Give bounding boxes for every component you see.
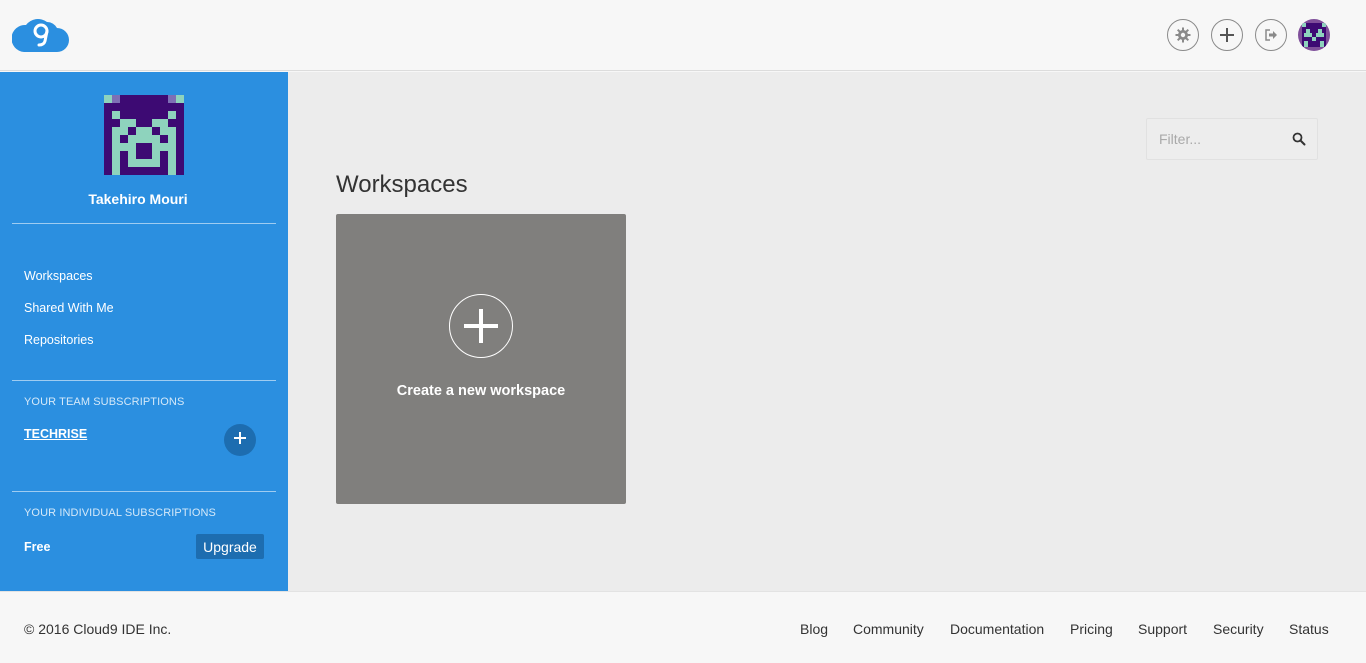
settings-button[interactable] <box>1167 19 1199 51</box>
plus-icon <box>1220 28 1234 42</box>
user-avatar[interactable] <box>1298 19 1330 51</box>
gear-icon <box>1175 27 1191 43</box>
plus-icon <box>234 431 246 449</box>
footer-link-status[interactable]: Status <box>1289 621 1329 637</box>
footer-link-support[interactable]: Support <box>1138 621 1187 637</box>
copyright: © 2016 Cloud9 IDE Inc. <box>24 621 172 637</box>
divider <box>12 380 276 381</box>
nav-item-repositories[interactable]: Repositories <box>24 333 93 347</box>
page-title: Workspaces <box>336 171 468 198</box>
footer: © 2016 Cloud9 IDE Inc. Blog Community Do… <box>0 591 1366 663</box>
logout-button[interactable] <box>1255 19 1287 51</box>
add-team-button[interactable] <box>224 424 256 456</box>
top-header <box>0 0 1366 71</box>
search-icon[interactable] <box>1292 132 1306 151</box>
upgrade-button[interactable]: Upgrade <box>196 534 264 559</box>
filter-box <box>1146 118 1318 160</box>
divider <box>12 223 276 224</box>
filter-input[interactable] <box>1147 119 1287 159</box>
footer-link-pricing[interactable]: Pricing <box>1070 621 1113 637</box>
new-button[interactable] <box>1211 19 1243 51</box>
team-subscriptions-heading: YOUR TEAM SUBSCRIPTIONS <box>24 396 185 408</box>
create-workspace-label: Create a new workspace <box>396 383 566 399</box>
create-workspace-card[interactable]: Create a new workspace <box>336 214 626 504</box>
divider <box>12 491 276 492</box>
footer-link-security[interactable]: Security <box>1213 621 1264 637</box>
user-name: Takehiro Mouri <box>88 191 188 207</box>
cloud9-logo-icon[interactable] <box>11 17 69 53</box>
nav-item-workspaces[interactable]: Workspaces <box>24 269 93 283</box>
profile-avatar[interactable] <box>104 95 184 175</box>
plus-circle-icon <box>449 294 513 358</box>
nav-item-shared-with-me[interactable]: Shared With Me <box>24 301 114 315</box>
logout-icon <box>1264 28 1278 42</box>
team-link[interactable]: TECHRISE <box>24 427 87 441</box>
footer-link-community[interactable]: Community <box>853 621 924 637</box>
main-content: Workspaces Create a new workspace <box>288 72 1366 591</box>
footer-link-blog[interactable]: Blog <box>800 621 828 637</box>
individual-subscriptions-heading: YOUR INDIVIDUAL SUBSCRIPTIONS <box>24 507 216 519</box>
plan-name: Free <box>24 540 51 554</box>
footer-link-documentation[interactable]: Documentation <box>950 621 1044 637</box>
sidebar: Takehiro Mouri Workspaces Shared With Me… <box>0 72 288 591</box>
